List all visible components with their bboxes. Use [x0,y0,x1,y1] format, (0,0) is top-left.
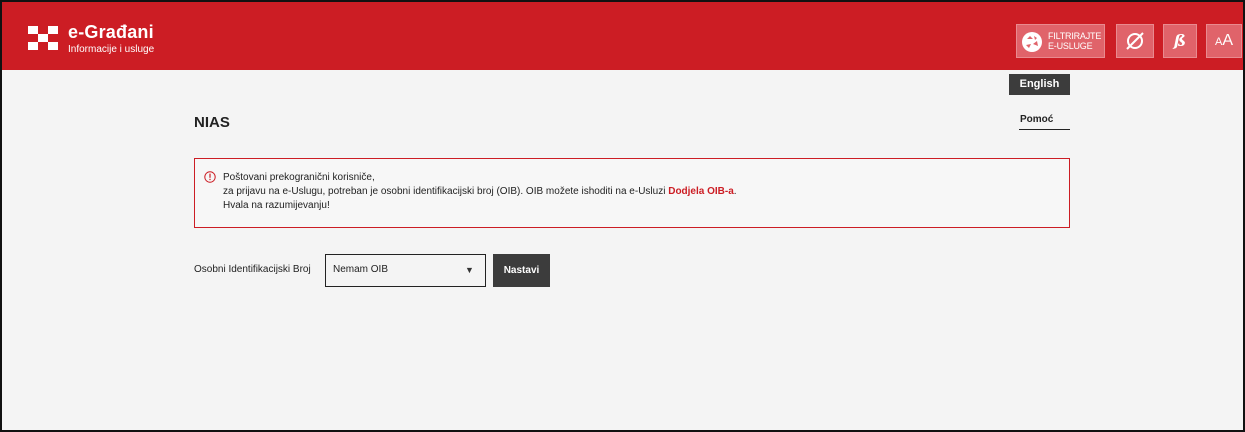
notice-text: Poštovani prekogranični korisniče, za pr… [223,171,737,213]
notice-box: Poštovani prekogranični korisniče, za pr… [194,158,1070,228]
notice-line-3: Hvala na razumijevanju! [223,200,330,211]
oib-assignment-link[interactable]: Dodjela OIB-a [668,186,734,197]
language-switch-button[interactable]: English [1009,74,1070,95]
dyslexic-font-button[interactable]: ß [1163,24,1197,58]
oib-label: Osobni Identifikacijski Broj [194,264,311,275]
help-link-underline [1019,129,1070,130]
filter-label: FILTRIRAJTE E-USLUGE [1048,31,1102,51]
dropdown-caret-icon: ▼ [465,265,474,275]
site-header: e-Građani Informacije i usluge FILTRIRAJ… [2,2,1243,70]
contrast-button[interactable] [1116,24,1154,58]
dyslexic-font-icon: ß [1173,31,1187,50]
filter-services-button[interactable]: FILTRIRAJTE E-USLUGE [1016,24,1105,58]
notice-line-1: Poštovani prekogranični korisniče, [223,172,375,183]
continue-button[interactable]: Nastavi [493,254,550,287]
oib-select[interactable]: Nemam OIB ▼ [325,254,486,287]
logo-icon[interactable] [28,26,58,50]
contrast-icon [1126,32,1144,50]
brand-subtitle: Informacije i usluge [68,44,155,55]
help-link[interactable]: Pomoć [1020,114,1053,125]
notice-line-2: za prijavu na e-Uslugu, potreban je osob… [223,186,737,197]
filter-icon [1022,32,1042,52]
page-title: NIAS [194,114,230,131]
font-size-icon: AA [1214,32,1233,49]
brand-title[interactable]: e-Građani [68,22,154,43]
oib-select-value: Nemam OIB [333,264,389,275]
info-icon [204,171,216,183]
font-size-button[interactable]: AA [1206,24,1242,58]
